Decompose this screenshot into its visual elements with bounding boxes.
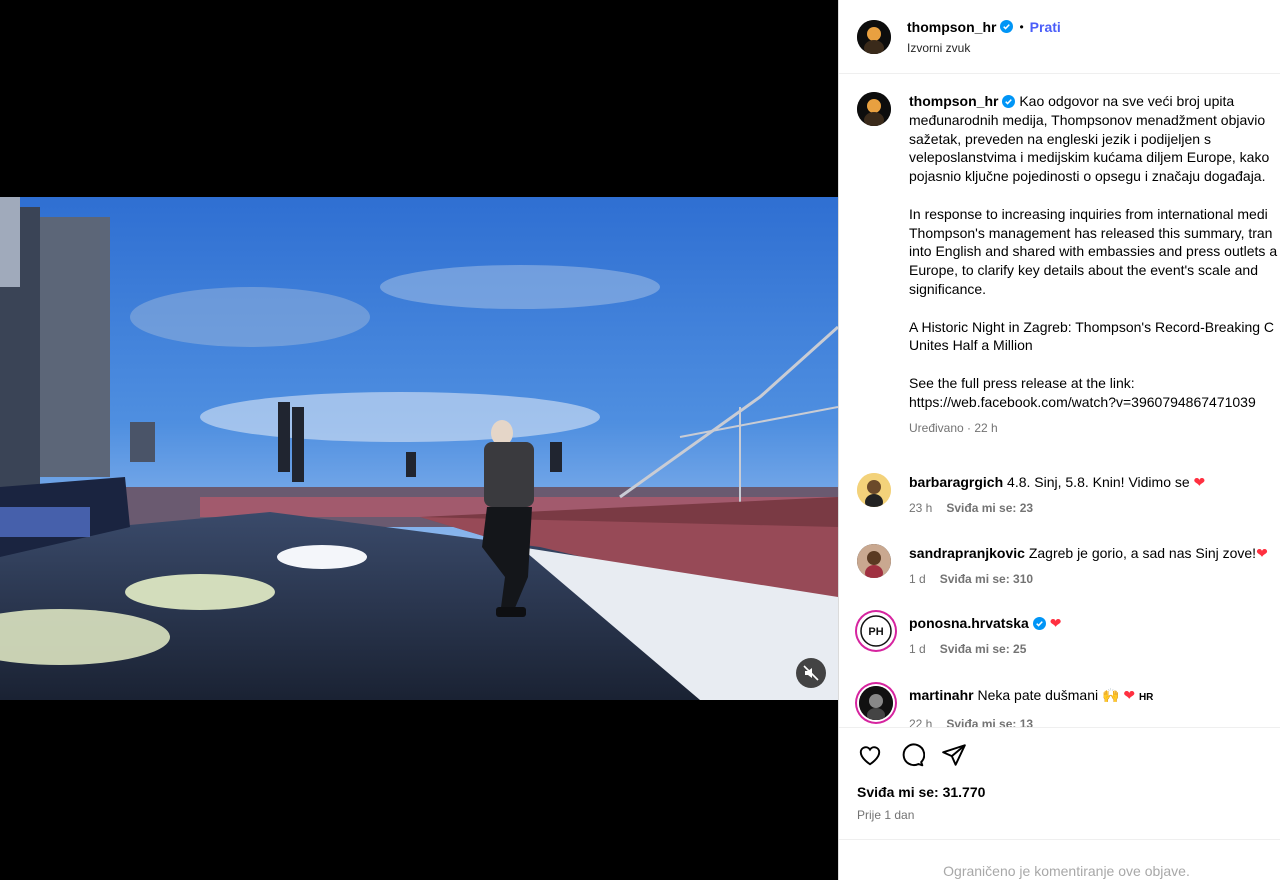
comment-username[interactable]: ponosna.hrvatska: [909, 615, 1029, 631]
caption-line: Thompson's management has released this …: [909, 224, 1273, 241]
caption-avatar[interactable]: [857, 92, 891, 126]
comment-icon[interactable]: [899, 742, 925, 768]
caption-line: međunarodnih medija, Thompsonov menadžme…: [909, 111, 1266, 128]
comment-item: PH ponosna.hrvatska ❤ 1 d Sviđa mi se: 25: [839, 614, 1280, 658]
comment-avatar[interactable]: [859, 686, 893, 721]
flag-tag: HR: [1138, 692, 1154, 704]
author-username[interactable]: thompson_hr: [907, 19, 996, 35]
follow-button[interactable]: Prati: [1030, 19, 1061, 35]
comment-text: Neka pate dušmani: [977, 687, 1099, 704]
verified-icon: [1002, 95, 1016, 108]
caption-line: into English and shared with embassies a…: [909, 243, 1278, 260]
comment-avatar[interactable]: PH: [859, 614, 893, 649]
post-actions: Sviđa mi se: 31.770 Prije 1 dan Ograniče…: [839, 727, 1280, 880]
share-icon[interactable]: [941, 742, 967, 768]
caption-line: veleposlanstvima i medijskim kućama dilj…: [909, 149, 1270, 166]
media-viewer: [0, 0, 838, 880]
caption-line: Unites Half a Million: [909, 337, 1033, 354]
caption-link[interactable]: https://web.facebook.com/watch?v=3960794…: [909, 393, 1280, 412]
post-panel: thompson_hr • Prati Izvorni zvuk thompso…: [838, 0, 1280, 880]
mute-button[interactable]: [796, 658, 826, 688]
comment-age[interactable]: 1 d: [909, 572, 926, 586]
caption-line: Europe, to clarify key details about the…: [909, 262, 1258, 279]
verified-icon: [1032, 617, 1046, 631]
post-time[interactable]: Prije 1 dan: [857, 808, 1280, 822]
comment-likes[interactable]: Sviđa mi se: 310: [940, 572, 1033, 586]
heart-icon[interactable]: [857, 742, 883, 768]
heart-emoji: ❤: [1049, 615, 1062, 632]
caption-username[interactable]: thompson_hr: [909, 93, 998, 109]
comment-text: Zagreb je gorio, a sad nas Sinj zove!: [1028, 545, 1257, 562]
likes-count[interactable]: Sviđa mi se: 31.770: [857, 784, 1280, 800]
comment-item: martinahr Neka pate dušmani 🙌 ❤ HR 22 h S…: [839, 686, 1280, 727]
author-avatar[interactable]: [857, 19, 891, 54]
caption-line: sažetak, preveden na engleski jezik i po…: [909, 130, 1211, 147]
comment-avatar[interactable]: [857, 544, 891, 579]
caption-line: In response to increasing inquiries from…: [909, 205, 1268, 222]
comment-likes[interactable]: Sviđa mi se: 23: [946, 501, 1033, 515]
comment-text: 4.8. Sinj, 5.8. Knin! Vidimo se: [1007, 474, 1190, 491]
post-header: thompson_hr • Prati Izvorni zvuk: [839, 0, 1280, 74]
verified-icon: [1000, 20, 1014, 33]
separator-dot: •: [1019, 19, 1024, 34]
audio-label[interactable]: Izvorni zvuk: [907, 41, 1061, 55]
post-caption: thompson_hr Kao odgovor na sve veći broj…: [839, 74, 1280, 437]
comment-likes[interactable]: Sviđa mi se: 13: [946, 717, 1033, 727]
mute-icon: [803, 665, 819, 681]
comment-avatar[interactable]: [857, 473, 891, 508]
emoji: 🙌 ❤: [1102, 687, 1136, 704]
comment-likes[interactable]: Sviđa mi se: 25: [940, 642, 1027, 656]
comments-scroll[interactable]: thompson_hr Kao odgovor na sve veći broj…: [839, 74, 1280, 727]
caption-line: See the full press release at the link:: [909, 374, 1135, 391]
comment-age[interactable]: 1 d: [909, 642, 926, 656]
comment-item: sandrapranjkovic Zagreb je gorio, a sad …: [839, 544, 1280, 588]
comments-restricted-notice: Ograničeno je komentiranje ove objave.: [839, 839, 1280, 880]
comment-age[interactable]: 23 h: [909, 501, 932, 515]
caption-line: significance.: [909, 280, 987, 297]
comment-age[interactable]: 22 h: [909, 717, 932, 727]
caption-meta: Uređivano · 22 h: [909, 420, 998, 435]
comment-item: barbaragrgich 4.8. Sinj, 5.8. Knin! Vidi…: [839, 473, 1280, 517]
heart-emoji: ❤: [1256, 545, 1268, 562]
caption-line: A Historic Night in Zagreb: Thompson's R…: [909, 318, 1275, 335]
caption-line: pojasnio ključne pojedinosti o opsegu i …: [909, 168, 1266, 185]
caption-line: Kao odgovor na sve veći broj upita: [1019, 93, 1235, 109]
video-player[interactable]: [0, 197, 838, 700]
heart-emoji: ❤: [1193, 474, 1206, 491]
comment-username[interactable]: barbaragrgich: [909, 474, 1003, 490]
comment-username[interactable]: martinahr: [909, 687, 974, 703]
svg-text:PH: PH: [868, 626, 883, 638]
comment-username[interactable]: sandrapranjkovic: [909, 545, 1025, 561]
